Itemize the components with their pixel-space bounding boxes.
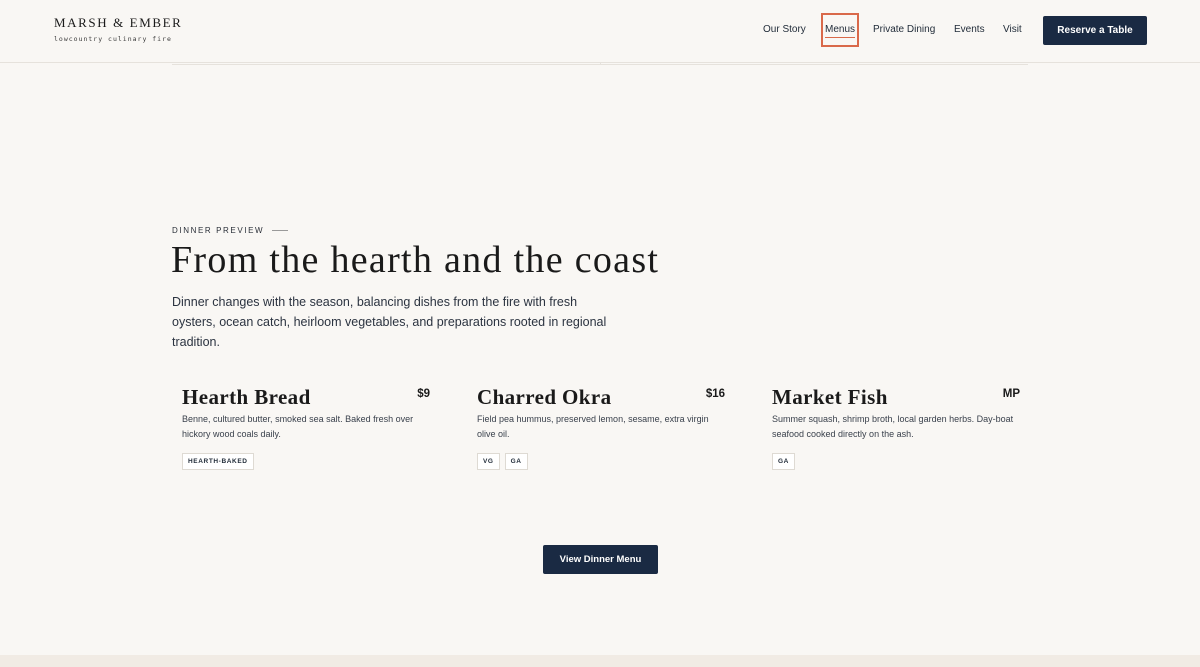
next-section-band	[0, 655, 1200, 667]
section-title: From the hearth and the coast	[171, 239, 660, 281]
view-dinner-menu-button[interactable]: View Dinner Menu	[543, 545, 658, 574]
tag-vg: VG	[477, 453, 500, 470]
nav-link-menus[interactable]: Menus	[821, 13, 860, 47]
tag-ga: GA	[772, 453, 795, 470]
menu-item-description: Benne, cultured butter, smoked sea salt.…	[182, 414, 414, 439]
section-intro: Dinner changes with the season, balancin…	[172, 295, 607, 349]
menu-item-price: $16	[705, 388, 725, 400]
section-eyebrow: DINNER PREVIEW	[172, 226, 289, 235]
menu-item-tags: HEARTH-BAKED	[182, 453, 254, 470]
menu-item-price: $9	[417, 388, 430, 400]
menu-item-price: MP	[1002, 388, 1020, 400]
tag-ga: GA	[504, 453, 528, 470]
nav-link-events[interactable]: Events	[954, 13, 985, 47]
nav-link-visit[interactable]: Visit	[1003, 13, 1022, 47]
section-divider	[172, 63, 1028, 65]
menu-item-tags: GA	[772, 453, 795, 470]
nav-link-our-story[interactable]: Our Story	[763, 13, 806, 47]
menu-item-name: Market Fish	[772, 385, 888, 409]
menu-item-description: Summer squash, shrimp broth, local garde…	[772, 414, 1014, 439]
eyebrow-label: DINNER PREVIEW	[172, 226, 265, 235]
nav-label: Our Story	[763, 24, 806, 35]
eyebrow-rule	[272, 230, 289, 231]
menu-item-tags: VG GA	[477, 453, 528, 470]
nav-link-private-dining[interactable]: Private Dining	[873, 13, 935, 47]
menu-item-name: Charred Okra	[477, 385, 612, 409]
main-nav: Our Story Menus Private Dining Events Vi…	[0, 13, 1200, 47]
nav-label: Private Dining	[873, 24, 936, 35]
site-header: MARSH & EMBER lowcountry culinary fire O…	[0, 0, 1200, 63]
menu-item-description: Field pea hummus, preserved lemon, sesam…	[477, 414, 709, 439]
reserve-table-button[interactable]: Reserve a Table	[1043, 16, 1147, 45]
tag-hearth-baked: HEARTH-BAKED	[182, 453, 254, 470]
nav-label: Menus	[825, 24, 856, 38]
nav-label: Events	[954, 24, 985, 35]
menu-item-name: Hearth Bread	[182, 385, 311, 409]
nav-label: Visit	[1003, 24, 1022, 35]
